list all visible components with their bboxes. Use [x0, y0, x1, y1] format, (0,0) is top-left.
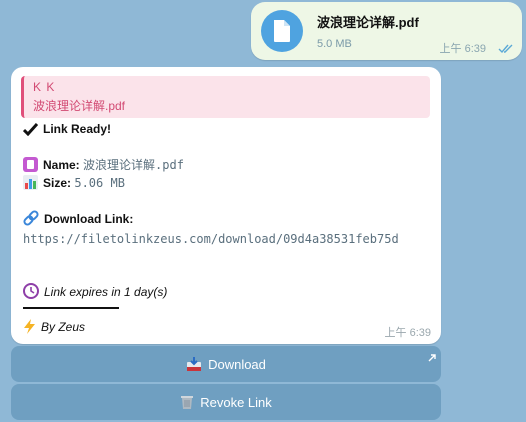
- link-icon: [23, 210, 39, 229]
- download-url[interactable]: https://filetolinkzeus.com/download/09d4…: [23, 230, 431, 248]
- reply-text: 波浪理论详解.pdf: [33, 99, 126, 113]
- file-name: 波浪理论详解.pdf: [317, 15, 419, 30]
- download-label: Download Link:: [44, 212, 134, 226]
- revoke-button-label: Revoke Link: [200, 394, 272, 410]
- download-button[interactable]: Download: [11, 346, 441, 382]
- signature: By Zeus: [41, 320, 86, 334]
- external-arrow-icon: [428, 350, 436, 365]
- size-line: Size: 5.06 MB: [23, 175, 125, 193]
- outgoing-file-message[interactable]: 波浪理论详解.pdf 5.0 MB 上午 6:39: [251, 2, 522, 60]
- signature-line: By Zeus: [23, 319, 85, 337]
- status-line: Link Ready!: [22, 122, 112, 139]
- incoming-bot-message: K K 波浪理论详解.pdf Link Ready! Name: 波浪理论详解.…: [11, 67, 441, 344]
- double-check-icon: [498, 41, 514, 59]
- expires-line: Link expires in 1 day(s): [23, 283, 167, 302]
- file-size: 5.0 MB: [317, 38, 352, 50]
- inbox-tray-icon: [186, 356, 202, 372]
- file-icon: [23, 157, 38, 175]
- revoke-link-button[interactable]: Revoke Link: [11, 384, 441, 420]
- divider: [23, 307, 119, 309]
- trash-icon: [180, 394, 194, 410]
- size-value: 5.06 MB: [74, 176, 125, 190]
- document-icon[interactable]: [261, 10, 303, 52]
- download-line: Download Link:: [23, 210, 133, 229]
- name-value: 波浪理论详解.pdf: [83, 158, 184, 172]
- message-time: 上午 6:39: [384, 327, 431, 339]
- expires-text: Link expires in 1 day(s): [44, 285, 168, 299]
- clock-icon: [23, 283, 39, 302]
- name-line: Name: 波浪理论详解.pdf: [23, 156, 184, 175]
- reply-quote[interactable]: K K 波浪理论详解.pdf: [21, 76, 430, 118]
- download-button-label: Download: [208, 356, 266, 372]
- checkmark-icon: [22, 122, 39, 139]
- bar-chart-icon: [23, 175, 38, 193]
- lightning-icon: [23, 319, 36, 337]
- message-time: 上午 6:39: [439, 43, 486, 55]
- name-label: Name:: [43, 158, 80, 172]
- size-label: Size:: [43, 176, 72, 190]
- status-text: Link Ready!: [43, 122, 112, 136]
- reply-author: K K: [33, 80, 56, 94]
